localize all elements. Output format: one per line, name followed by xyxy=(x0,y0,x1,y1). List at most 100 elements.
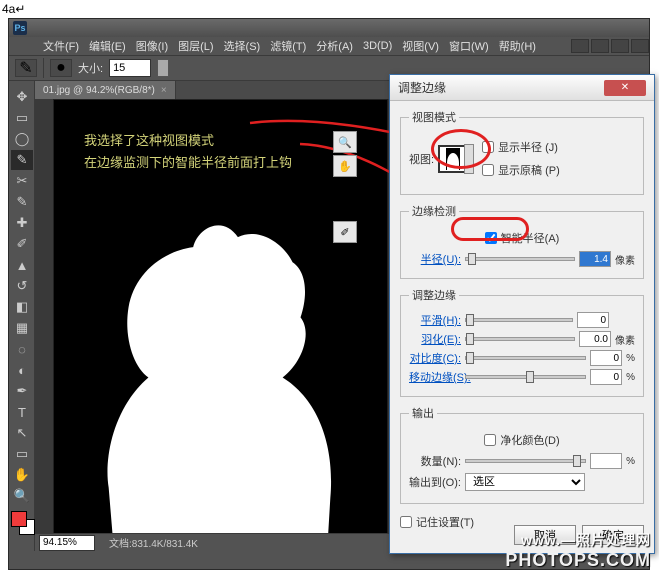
radius-label[interactable]: 半径(U): xyxy=(409,251,461,267)
window-close-icon[interactable] xyxy=(631,39,649,53)
step-label: 4a↵ xyxy=(2,2,25,16)
stamp-tool-icon[interactable]: ▲ xyxy=(11,255,33,275)
output-to-select[interactable]: 选区 xyxy=(465,473,585,491)
divider xyxy=(43,58,44,78)
amount-unit: % xyxy=(626,456,635,467)
quick-select-tool-icon[interactable]: ✎ xyxy=(11,150,33,170)
tab-title: 01.jpg @ 94.2%(RGB/8*) xyxy=(43,85,155,96)
amount-input xyxy=(590,453,622,469)
dialog-title: 调整边缘 xyxy=(398,79,446,96)
feather-slider[interactable] xyxy=(465,337,575,341)
show-original-checkbox[interactable] xyxy=(482,164,494,176)
tab-close-icon[interactable]: × xyxy=(161,85,167,96)
feather-input[interactable] xyxy=(579,331,611,347)
brush-preview-icon[interactable]: ● xyxy=(50,59,72,77)
remember-label: 记住设置(T) xyxy=(416,514,474,530)
show-radius-checkbox[interactable] xyxy=(482,141,494,153)
crop-tool-icon[interactable]: ✂ xyxy=(11,171,33,191)
refine-edge-dialog: 调整边缘 ✕ 视图模式 🔍 ✋ 视图: 显示半径 (J) 显示原稿 (P) 边缘… xyxy=(389,74,655,554)
radius-slider[interactable] xyxy=(465,257,575,261)
dodge-tool-icon[interactable]: ◐ xyxy=(11,360,33,380)
watermark: www.—照片处理网 PHOTOPS.COM xyxy=(505,530,651,571)
view-thumbnail[interactable] xyxy=(438,145,468,173)
edgedetect-legend: 边缘检测 xyxy=(409,203,459,219)
zoom-field[interactable]: 94.15% xyxy=(39,535,95,551)
radius-input[interactable] xyxy=(579,251,611,267)
smooth-slider[interactable] xyxy=(465,318,573,322)
size-label: 大小: xyxy=(78,60,103,76)
hand-tool-icon[interactable]: ✋ xyxy=(11,465,33,485)
color-swatches[interactable] xyxy=(11,511,35,535)
dialog-close-button[interactable]: ✕ xyxy=(604,80,646,96)
viewmode-group: 视图模式 🔍 ✋ 视图: 显示半径 (J) 显示原稿 (P) xyxy=(400,109,644,195)
history-brush-tool-icon[interactable]: ↺ xyxy=(11,276,33,296)
menu-edit[interactable]: 编辑(E) xyxy=(85,37,130,55)
shift-unit: % xyxy=(626,372,635,383)
menu-layer[interactable]: 图层(L) xyxy=(174,37,217,55)
shift-slider[interactable] xyxy=(465,375,586,379)
watermark-line2: PHOTOPS.COM xyxy=(505,550,651,571)
shape-tool-icon[interactable]: ▭ xyxy=(11,444,33,464)
toolbox: ✥ ▭ ◯ ✎ ✂ ✎ ✚ ✐ ▲ ↺ ◧ ▦ ◌ ◐ ✒ T ↖ ▭ ✋ 🔍 xyxy=(9,81,35,551)
show-radius-label: 显示半径 (J) xyxy=(498,139,558,155)
size-input[interactable] xyxy=(109,59,151,77)
shift-label[interactable]: 移动边缘(S): xyxy=(409,369,461,385)
viewmode-legend: 视图模式 xyxy=(409,109,459,125)
decontaminate-checkbox[interactable] xyxy=(484,434,496,446)
brush-side-icon[interactable]: ✐ xyxy=(333,221,357,243)
contrast-label[interactable]: 对比度(C): xyxy=(409,350,461,366)
contrast-unit: % xyxy=(626,353,635,364)
menu-help[interactable]: 帮助(H) xyxy=(495,37,540,55)
dialog-titlebar[interactable]: 调整边缘 ✕ xyxy=(390,75,654,101)
gradient-tool-icon[interactable]: ▦ xyxy=(11,318,33,338)
smart-radius-checkbox[interactable] xyxy=(485,232,497,244)
lasso-tool-icon[interactable]: ◯ xyxy=(11,129,33,149)
contrast-input[interactable] xyxy=(590,350,622,366)
brush-tool-icon[interactable]: ✐ xyxy=(11,234,33,254)
feather-label[interactable]: 羽化(E): xyxy=(409,331,461,347)
contrast-slider[interactable] xyxy=(465,356,586,360)
menu-file[interactable]: 文件(F) xyxy=(39,37,83,55)
remember-checkbox[interactable] xyxy=(400,516,412,528)
output-to-label: 输出到(O): xyxy=(409,474,461,490)
menu-window[interactable]: 窗口(W) xyxy=(445,37,493,55)
eraser-tool-icon[interactable]: ◧ xyxy=(11,297,33,317)
title-bar: Ps xyxy=(9,19,649,37)
radius-unit: 像素 xyxy=(615,252,635,267)
pen-tool-icon[interactable]: ✒ xyxy=(11,381,33,401)
decontaminate-label: 净化颜色(D) xyxy=(500,432,559,448)
type-tool-icon[interactable]: T xyxy=(11,402,33,422)
window-min-icon[interactable] xyxy=(571,39,589,53)
view-label: 视图: xyxy=(409,151,434,167)
eyedropper-tool-icon[interactable]: ✎ xyxy=(11,192,33,212)
shift-input[interactable] xyxy=(590,369,622,385)
menu-3d[interactable]: 3D(D) xyxy=(359,39,396,53)
hand-side-icon[interactable]: ✋ xyxy=(333,155,357,177)
foreground-color-icon[interactable] xyxy=(11,511,27,527)
window-dock-icon[interactable] xyxy=(611,39,629,53)
heal-tool-icon[interactable]: ✚ xyxy=(11,213,33,233)
document-tab[interactable]: 01.jpg @ 94.2%(RGB/8*) × xyxy=(35,81,176,99)
smooth-input[interactable] xyxy=(577,312,609,328)
menu-select[interactable]: 选择(S) xyxy=(220,37,265,55)
tool-preset-icon[interactable]: ✎ xyxy=(15,59,37,77)
move-tool-icon[interactable]: ✥ xyxy=(11,87,33,107)
blur-tool-icon[interactable]: ◌ xyxy=(11,339,33,359)
menu-filter[interactable]: 滤镜(T) xyxy=(266,37,310,55)
menu-analysis[interactable]: 分析(A) xyxy=(312,37,357,55)
menu-image[interactable]: 图像(I) xyxy=(132,37,172,55)
path-tool-icon[interactable]: ↖ xyxy=(11,423,33,443)
zoom-tool-icon[interactable]: 🔍 xyxy=(11,486,33,506)
show-original-label: 显示原稿 (P) xyxy=(498,162,560,178)
marquee-tool-icon[interactable]: ▭ xyxy=(11,108,33,128)
amount-slider xyxy=(465,459,586,463)
window-max-icon[interactable] xyxy=(591,39,609,53)
amount-label: 数量(N): xyxy=(409,453,461,469)
output-legend: 输出 xyxy=(409,405,437,421)
menu-view[interactable]: 视图(V) xyxy=(398,37,443,55)
ps-logo-icon: Ps xyxy=(13,21,27,35)
smooth-label[interactable]: 平滑(H): xyxy=(409,312,461,328)
zoom-side-icon[interactable]: 🔍 xyxy=(333,131,357,153)
adjust-legend: 调整边缘 xyxy=(409,287,459,303)
size-spinner[interactable] xyxy=(157,59,169,77)
